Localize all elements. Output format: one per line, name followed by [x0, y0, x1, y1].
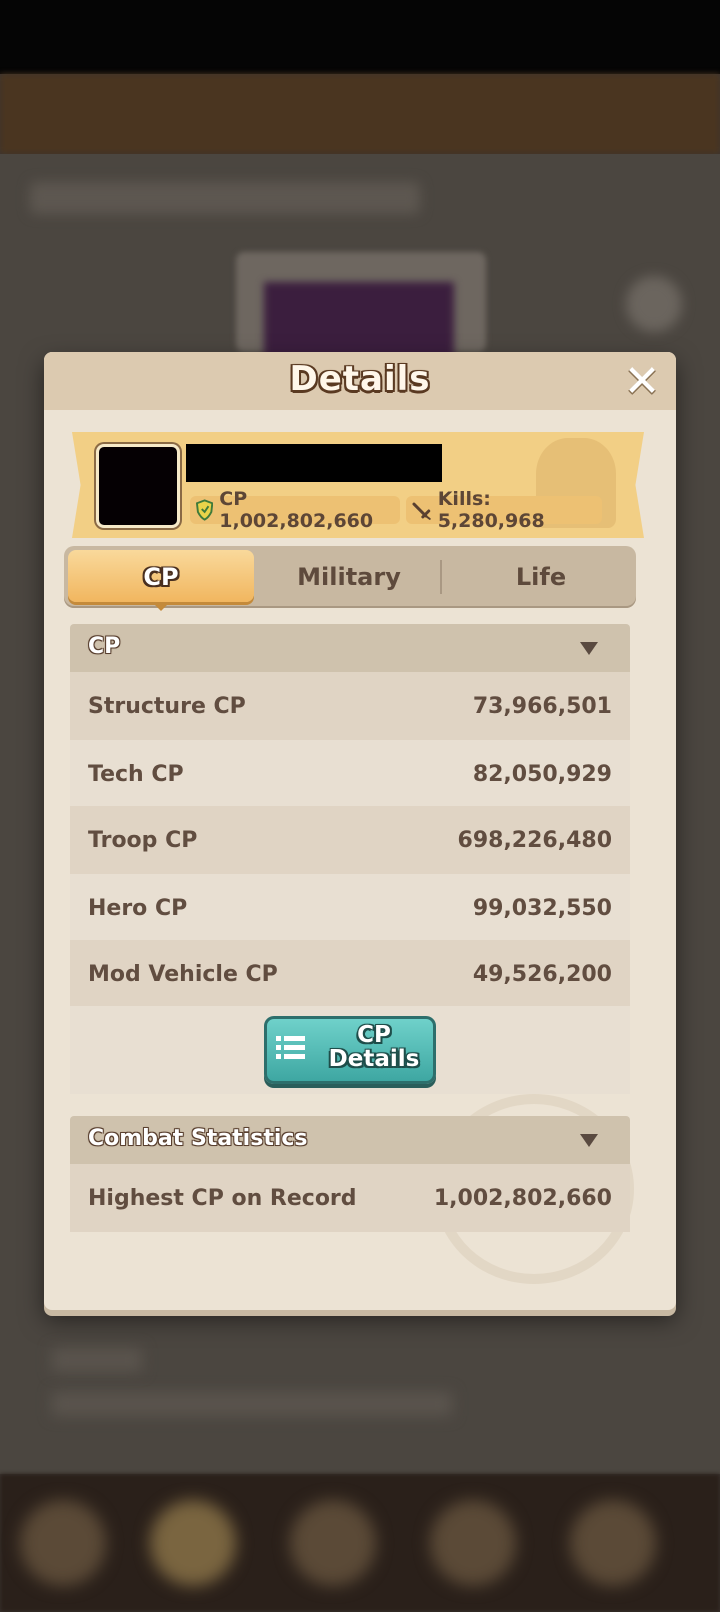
table-row: Tech CP 82,050,929 [70, 740, 630, 808]
details-tabs: CP Military Life [64, 546, 636, 611]
status-bar-area [0, 0, 720, 74]
background-blurred-text [52, 1392, 452, 1416]
tab-cp-label: CP [143, 563, 179, 591]
background-portrait [264, 282, 454, 362]
table-row: Hero CP 99,032,550 [70, 874, 630, 942]
cp-details-button[interactable]: CP Details [264, 1016, 436, 1084]
background-header [0, 74, 720, 154]
cp-details-label-line1: CP [357, 1022, 391, 1048]
table-row: Structure CP 73,966,501 [70, 672, 630, 740]
row-value: 73,966,501 [472, 693, 612, 719]
row-value: 1,002,802,660 [433, 1185, 612, 1211]
close-icon: ✕ [623, 356, 661, 407]
row-value: 82,050,929 [472, 761, 612, 787]
background-nav-icon [290, 1500, 376, 1586]
dialog-title: Details [289, 359, 431, 399]
sword-icon [412, 502, 431, 520]
background-nav-icon [20, 1500, 106, 1586]
shield-icon [196, 499, 214, 521]
player-name-redacted [186, 444, 442, 482]
cp-details-label-line2: Details [328, 1046, 420, 1072]
background-nav-icon [150, 1500, 236, 1586]
background-blurred-text [52, 1348, 142, 1372]
combat-section-header[interactable]: Combat Statistics [70, 1116, 630, 1164]
collapse-arrow-icon[interactable] [580, 642, 598, 655]
player-cp-badge: CP 1,002,802,660 [190, 488, 400, 532]
row-value: 49,526,200 [472, 961, 612, 987]
player-cp-value: CP 1,002,802,660 [219, 488, 374, 532]
tab-divider [440, 560, 442, 594]
combat-section-title: Combat Statistics [88, 1126, 308, 1151]
background-blurred-row [30, 182, 420, 214]
tab-life[interactable]: Life [446, 546, 636, 608]
player-avatar[interactable] [96, 444, 180, 528]
list-icon [276, 1036, 305, 1059]
table-row: Mod Vehicle CP 49,526,200 [70, 940, 630, 1008]
row-label: Tech CP [88, 761, 184, 787]
tab-military[interactable]: Military [254, 546, 444, 608]
background-nav-icon [430, 1500, 516, 1586]
background-avatar [626, 276, 682, 332]
row-label: Mod Vehicle CP [88, 961, 278, 987]
cp-details-label: CP Details [319, 1023, 429, 1071]
row-label: Troop CP [88, 827, 198, 853]
row-label: Hero CP [88, 895, 188, 921]
collapse-arrow-icon[interactable] [580, 1134, 598, 1147]
row-label: Structure CP [88, 693, 246, 719]
cp-section-header[interactable]: CP [70, 624, 630, 672]
row-value: 698,226,480 [457, 827, 612, 853]
cp-section-title: CP [88, 634, 121, 659]
table-row: Troop CP 698,226,480 [70, 806, 630, 874]
details-dialog: Details ✕ CP 1,002,802,660 Kills: 5,280,… [44, 352, 676, 1310]
row-value: 99,032,550 [472, 895, 612, 921]
table-row: Highest CP on Record 1,002,802,660 [70, 1164, 630, 1232]
tab-cp-label-wrap[interactable]: CP [68, 546, 254, 608]
player-kills-badge: Kills: 5,280,968 [406, 488, 602, 532]
row-label: Highest CP on Record [88, 1185, 357, 1211]
background-nav-icon [570, 1500, 656, 1586]
close-button[interactable]: ✕ [622, 356, 662, 407]
player-kills-value: Kills: 5,280,968 [437, 488, 545, 532]
active-tab-pointer [153, 603, 169, 611]
